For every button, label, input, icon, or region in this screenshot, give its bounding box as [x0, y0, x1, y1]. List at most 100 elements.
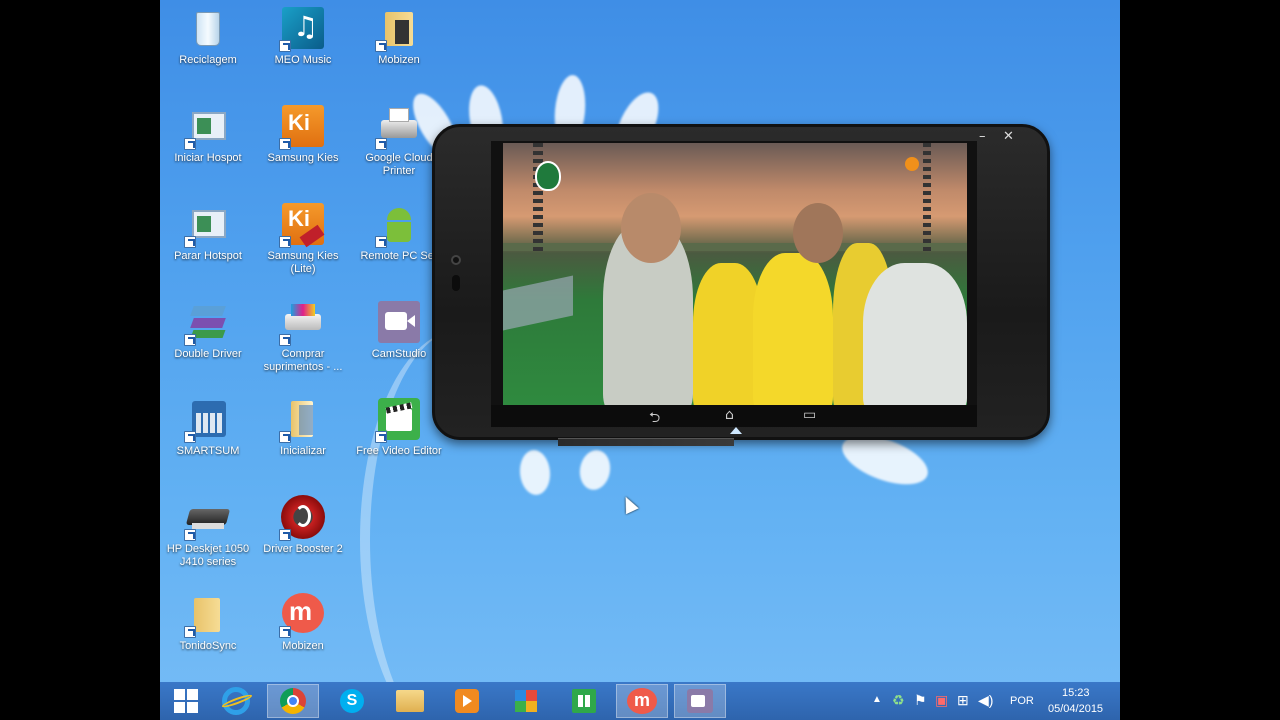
show-hidden-icons-icon[interactable]: ▲ [872, 694, 882, 705]
speaker-icon [452, 275, 460, 291]
video-editor-icon [375, 397, 421, 443]
chrome-icon [280, 688, 306, 714]
flag-icon[interactable]: ⚑ [914, 692, 927, 709]
desktop-icon-tonidosync[interactable]: TonidoSync [162, 586, 254, 653]
hp-printer-icon [184, 495, 231, 541]
sporting-crest-icon [535, 161, 561, 191]
android-nav-bar: ⮌ ⌂ ▭ [491, 405, 977, 427]
camstudio-icon [377, 300, 421, 344]
player-head [621, 193, 681, 263]
channel-logo-icon [905, 157, 919, 171]
taskbar-file-explorer[interactable] [384, 684, 436, 718]
recycle-bin-icon [186, 6, 230, 50]
desktop-icon-iniciar-hospot[interactable]: Iniciar Hospot [162, 98, 254, 165]
printer-icon [375, 104, 421, 150]
taskbar-skype[interactable]: S [326, 684, 378, 718]
clock-date[interactable]: 05/04/2015 [1048, 703, 1103, 715]
home-icon[interactable]: ⌂ [725, 407, 734, 423]
window-icon [184, 202, 230, 248]
desktop-icon-comprar-suprimentos[interactable]: Comprar suprimentos - ... [257, 294, 349, 374]
network-tray-icon[interactable]: ▣ [935, 692, 948, 709]
desktop-icon-recycle-bin[interactable]: Reciclagem [162, 0, 254, 67]
clock-time[interactable]: 15:23 [1062, 687, 1090, 699]
desktop-icon-label: SMARTSUM [176, 445, 240, 457]
desktop-icon-smartsum[interactable]: SMARTSUM [162, 391, 254, 458]
desktop-icon-samsung-kies-lite[interactable]: Ki Samsung Kies (Lite) [257, 196, 349, 276]
skype-icon: S [340, 689, 364, 713]
phone-bottom-tray [558, 438, 734, 446]
desktop-icon-label: Mobizen [282, 640, 324, 652]
monitor-network-icon[interactable]: ⊞ [957, 692, 969, 709]
document-folder-icon [279, 397, 325, 443]
store-icon [572, 689, 596, 713]
minimize-button[interactable]: – [979, 129, 986, 144]
desktop-icon-label: Inicializar [280, 445, 326, 457]
mobizen-mirror-window[interactable]: – ✕ ⮌ ⌂ ▭ [432, 124, 1050, 440]
mobizen-icon: m [627, 688, 657, 714]
liga-banner [503, 275, 573, 331]
desktop-icon-inicializar[interactable]: Inicializar [257, 391, 349, 458]
android-icon [375, 202, 421, 248]
wallpaper-petal [576, 447, 614, 493]
mouse-cursor-icon [619, 493, 639, 515]
taskbar-apps[interactable] [500, 684, 552, 718]
driver-booster-icon [279, 495, 325, 541]
volume-icon[interactable]: ◀) [978, 692, 993, 709]
calculator-icon [184, 397, 230, 443]
desktop-icon-label: Double Driver [174, 348, 242, 360]
samsung-kies-icon: Ki [279, 104, 325, 150]
taskbar-chrome[interactable] [267, 684, 319, 718]
desktop-icon-label: Samsung Kies [267, 152, 339, 164]
apps-grid-icon [515, 690, 537, 712]
desktop-icon-label: Samsung Kies (Lite) [267, 250, 339, 275]
input-language[interactable]: POR [1010, 695, 1034, 707]
desktop-icon-label: Reciclagem [179, 54, 237, 66]
desktop-icon-label: Iniciar Hospot [174, 152, 242, 164]
desktop-icon-label: Mobizen [378, 54, 420, 66]
desktop-icon-meo-music[interactable]: ♫ MEO Music [257, 0, 349, 67]
taskbar-camstudio[interactable] [674, 684, 726, 718]
back-icon[interactable]: ⮌ [649, 407, 660, 431]
desktop-icon-label: Parar Hotspot [174, 250, 242, 262]
front-camera-icon [451, 255, 461, 265]
desktop-icon-label: Free Video Editor [356, 445, 442, 457]
folder-icon [396, 690, 424, 712]
desktop-icon-hp-deskjet[interactable]: HP Deskjet 1050 J410 series [162, 489, 254, 569]
taskbar-internet-explorer[interactable] [210, 684, 262, 718]
desktop-icon-mobizen-folder[interactable]: Mobizen [353, 0, 445, 67]
desktop-icon-samsung-kies[interactable]: Ki Samsung Kies [257, 98, 349, 165]
mobizen-icon: m [279, 592, 325, 638]
player-head [793, 203, 843, 263]
desktop-icon-label: TonidoSync [179, 640, 237, 652]
desktop-icon-mobizen-app[interactable]: m Mobizen [257, 586, 349, 653]
desktop-icon-label: Comprar suprimentos - ... [263, 348, 343, 373]
double-driver-icon [184, 300, 230, 346]
phone-screen[interactable]: ⮌ ⌂ ▭ [491, 141, 977, 427]
music-icon: ♫ [279, 6, 325, 52]
close-button[interactable]: ✕ [1003, 129, 1014, 144]
video-frame[interactable] [503, 143, 967, 405]
player-figure [753, 253, 833, 405]
desktop-icon-label: Driver Booster 2 [263, 543, 343, 555]
camstudio-icon [687, 689, 713, 713]
taskbar-mobizen[interactable]: m [616, 684, 668, 718]
folder-icon [375, 6, 421, 52]
media-player-icon [455, 689, 479, 713]
recycle-tray-icon[interactable]: ♻ [892, 692, 905, 709]
desktop-icon-label: MEO Music [274, 54, 332, 66]
windows-logo-icon [174, 689, 198, 713]
window-icon [184, 104, 230, 150]
expand-handle-icon[interactable] [730, 427, 742, 434]
player-figure [863, 263, 967, 405]
taskbar-store[interactable] [558, 684, 610, 718]
samsung-kies-lite-icon: Ki [279, 202, 325, 248]
recents-icon[interactable]: ▭ [803, 407, 816, 423]
start-button[interactable] [160, 684, 212, 718]
desktop: Reciclagem Iniciar Hospot Parar Hotspot … [160, 0, 1120, 720]
taskbar-media-player[interactable] [441, 684, 493, 718]
desktop-icon-parar-hotspot[interactable]: Parar Hotspot [162, 196, 254, 263]
printer-supplies-icon [279, 300, 325, 346]
desktop-icon-double-driver[interactable]: Double Driver [162, 294, 254, 361]
desktop-icon-driver-booster[interactable]: Driver Booster 2 [257, 489, 349, 556]
taskbar: S m ▲ ♻ ⚑ ▣ ⊞ ◀) POR 15:23 05/04/2015 [160, 682, 1120, 720]
